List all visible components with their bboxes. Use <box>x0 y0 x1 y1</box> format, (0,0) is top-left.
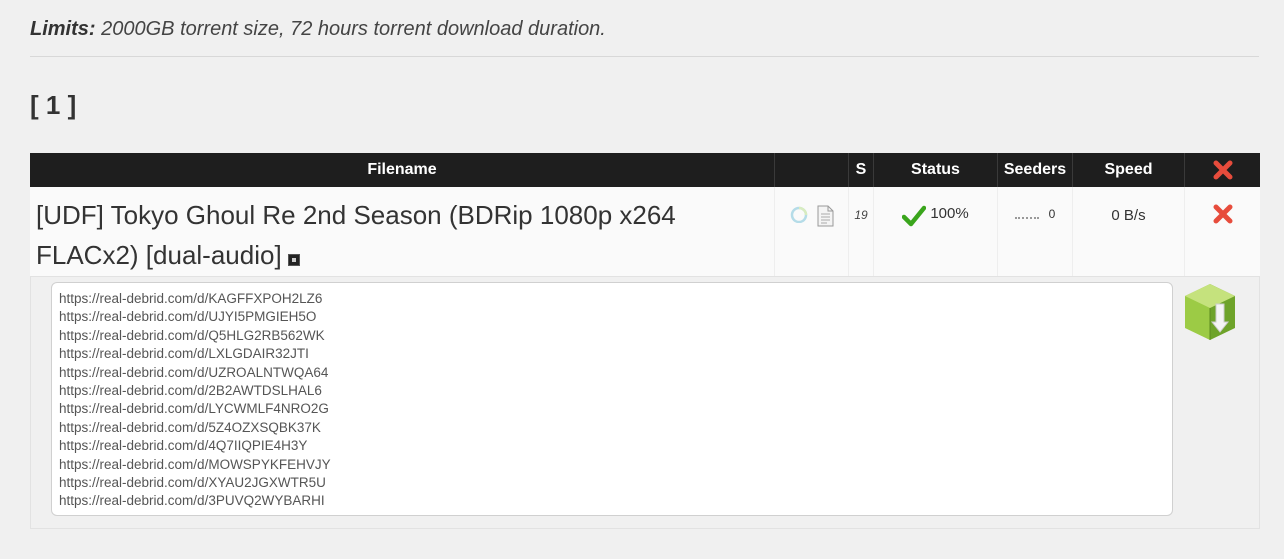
seeders-bar <box>1014 217 1039 219</box>
download-button[interactable] <box>1183 282 1237 342</box>
filename-text[interactable]: [UDF] Tokyo Ghoul Re 2nd Season (BDRip 1… <box>36 200 676 270</box>
download-link[interactable]: https://real-debrid.com/d/UZROALNTWQA64 <box>59 364 1165 382</box>
delete-torrent-button[interactable] <box>1185 187 1260 276</box>
filename-cell: [UDF] Tokyo Ghoul Re 2nd Season (BDRip 1… <box>30 187 775 276</box>
header-delete-all-button[interactable] <box>1185 153 1260 187</box>
download-link[interactable]: https://real-debrid.com/d/2B2AWTDSLHAL6 <box>59 382 1165 400</box>
status-text: 100% <box>930 205 969 222</box>
download-link[interactable]: https://real-debrid.com/d/LYCWMLF4NRO2G <box>59 400 1165 418</box>
header-filename[interactable]: Filename <box>30 153 775 187</box>
header-seeders[interactable]: Seeders <box>998 153 1073 187</box>
limits-label: Limits: <box>30 18 96 40</box>
divider <box>30 56 1259 57</box>
download-link[interactable]: https://real-debrid.com/d/KAGFFXPOH2LZ6 <box>59 290 1165 308</box>
links-row: https://real-debrid.com/d/KAGFFXPOH2LZ6 h… <box>30 277 1260 529</box>
limits-value: 2000GB torrent size, 72 hours torrent do… <box>95 18 606 40</box>
table-row: [UDF] Tokyo Ghoul Re 2nd Season (BDRip 1… <box>30 187 1260 277</box>
speed-cell: 0 B/s <box>1073 187 1185 276</box>
download-link[interactable]: https://real-debrid.com/d/5Z4OZXSQBK37K <box>59 419 1165 437</box>
download-link[interactable]: https://real-debrid.com/d/3PUVQ2WYBARHI <box>59 492 1165 510</box>
table-header: Filename S Status Seeders Speed <box>30 153 1260 187</box>
header-icons <box>775 153 849 187</box>
close-x-icon <box>1213 160 1232 180</box>
status-cell: 100% <box>874 187 998 276</box>
header-speed[interactable]: Speed <box>1073 153 1185 187</box>
download-link[interactable]: https://real-debrid.com/d/UJYI5PMGIEH5O <box>59 308 1165 326</box>
document-icon[interactable] <box>816 205 834 227</box>
download-box-icon <box>1185 284 1235 340</box>
info-icon[interactable] <box>287 254 300 266</box>
close-x-icon <box>1213 204 1232 224</box>
links-textarea[interactable]: https://real-debrid.com/d/KAGFFXPOH2LZ6 h… <box>51 282 1173 516</box>
checkmark-icon <box>902 205 927 227</box>
torrent-table: Filename S Status Seeders Speed [UDF] To… <box>30 153 1260 529</box>
download-link[interactable]: https://real-debrid.com/d/XYAU2JGXWTR5U <box>59 474 1165 492</box>
page-indicator[interactable]: [ 1 ] <box>30 90 76 121</box>
seeders-cell: 0 <box>998 187 1073 276</box>
icons-cell <box>775 187 849 276</box>
download-link[interactable]: https://real-debrid.com/d/MOWSPYKFEHVJY <box>59 456 1165 474</box>
download-link[interactable]: https://real-debrid.com/d/Q5HLG2RB562WK <box>59 327 1165 345</box>
header-s[interactable]: S <box>849 153 874 187</box>
limits-text: Limits: 2000GB torrent size, 72 hours to… <box>30 18 606 41</box>
download-link[interactable]: https://real-debrid.com/d/LXLGDAIR32JTI <box>59 345 1165 363</box>
seeders-count: 0 <box>1048 207 1056 221</box>
s-cell: 19 <box>849 187 874 276</box>
header-status[interactable]: Status <box>874 153 998 187</box>
download-link[interactable]: https://real-debrid.com/d/4Q7IIQPIE4H3Y <box>59 437 1165 455</box>
circle-loader-icon <box>790 206 807 223</box>
